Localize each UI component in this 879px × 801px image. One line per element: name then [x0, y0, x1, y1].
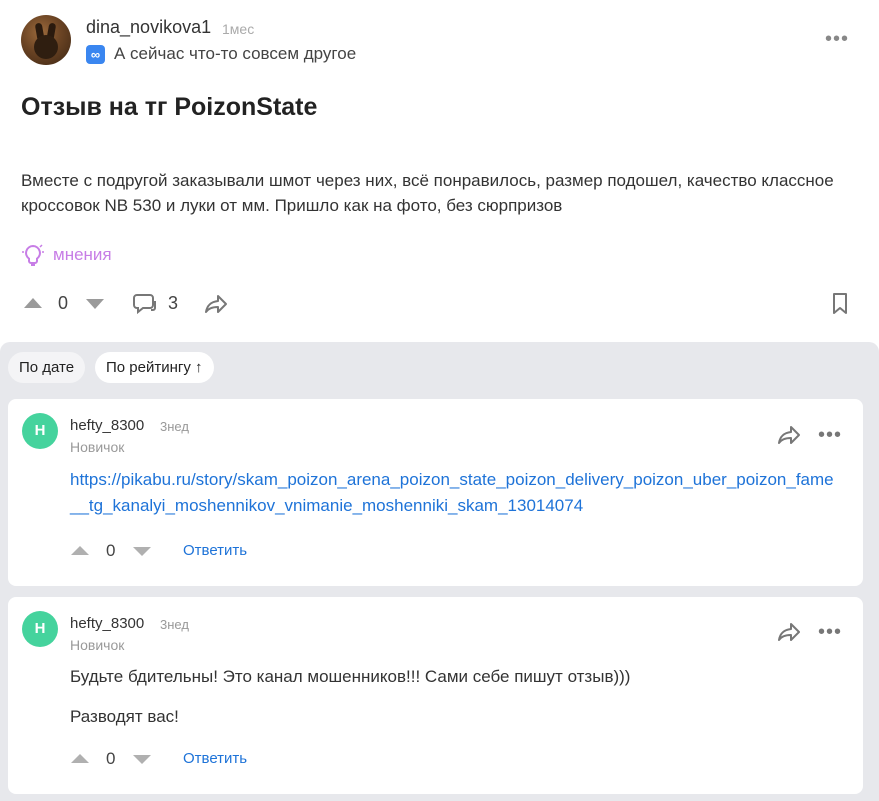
upvote-icon[interactable]	[71, 754, 89, 763]
sort-by-rating-button[interactable]: По рейтингу ↑	[95, 352, 214, 383]
commenter-rank: Новичок	[70, 637, 125, 653]
comment-more-icon[interactable]: •••	[818, 621, 842, 644]
post-score: 0	[58, 293, 69, 313]
commenter-avatar[interactable]: H	[22, 413, 58, 449]
commenter-avatar[interactable]: H	[22, 611, 58, 647]
comment-text: Разводят вас!	[70, 707, 179, 726]
upvote-icon[interactable]	[71, 546, 89, 555]
downvote-icon[interactable]	[133, 755, 151, 764]
lightbulb-icon[interactable]	[21, 243, 45, 267]
post-time: 1мес	[222, 21, 255, 37]
comment-link[interactable]: https://pikabu.ru/story/skam_poizon_aren…	[70, 467, 840, 519]
share-icon[interactable]	[204, 294, 228, 314]
reply-button[interactable]: Ответить	[183, 542, 247, 559]
upvote-icon[interactable]	[24, 298, 42, 308]
comment-more-icon[interactable]: •••	[818, 424, 842, 447]
comment-time: 3нед	[160, 419, 189, 434]
share-icon[interactable]	[777, 425, 801, 445]
share-icon[interactable]	[777, 622, 801, 642]
author-avatar[interactable]	[21, 15, 71, 65]
comment-text: Будьте бдительны! Это канал мошенников!!…	[70, 667, 631, 686]
comment-time: 3нед	[160, 617, 189, 632]
downvote-icon[interactable]	[133, 547, 151, 556]
author-status: А сейчас что-то совсем другое	[114, 44, 357, 63]
comment-author[interactable]: hefty_8300	[70, 417, 144, 434]
comment-count[interactable]: 3	[168, 293, 178, 314]
comment-author[interactable]: hefty_8300	[70, 615, 144, 632]
comment-score: 0	[106, 541, 116, 560]
downvote-icon[interactable]	[86, 299, 104, 309]
post-more-icon[interactable]: •••	[825, 28, 849, 51]
bookmark-icon[interactable]	[831, 292, 849, 316]
post-body: Вместе с подругой заказывали шмот через …	[21, 171, 834, 215]
comments-icon[interactable]	[133, 292, 159, 316]
commenter-rank: Новичок	[70, 439, 125, 455]
sort-by-date-button[interactable]: По дате	[8, 352, 86, 383]
post-author[interactable]: dina_novikova1	[86, 17, 211, 38]
reply-button[interactable]: Ответить	[183, 750, 247, 767]
post-title[interactable]: Отзыв на тг PoizonState	[21, 93, 317, 122]
infinity-icon: ∞	[86, 45, 105, 64]
post-tag[interactable]: мнения	[53, 245, 112, 265]
comment-score: 0	[106, 749, 116, 768]
